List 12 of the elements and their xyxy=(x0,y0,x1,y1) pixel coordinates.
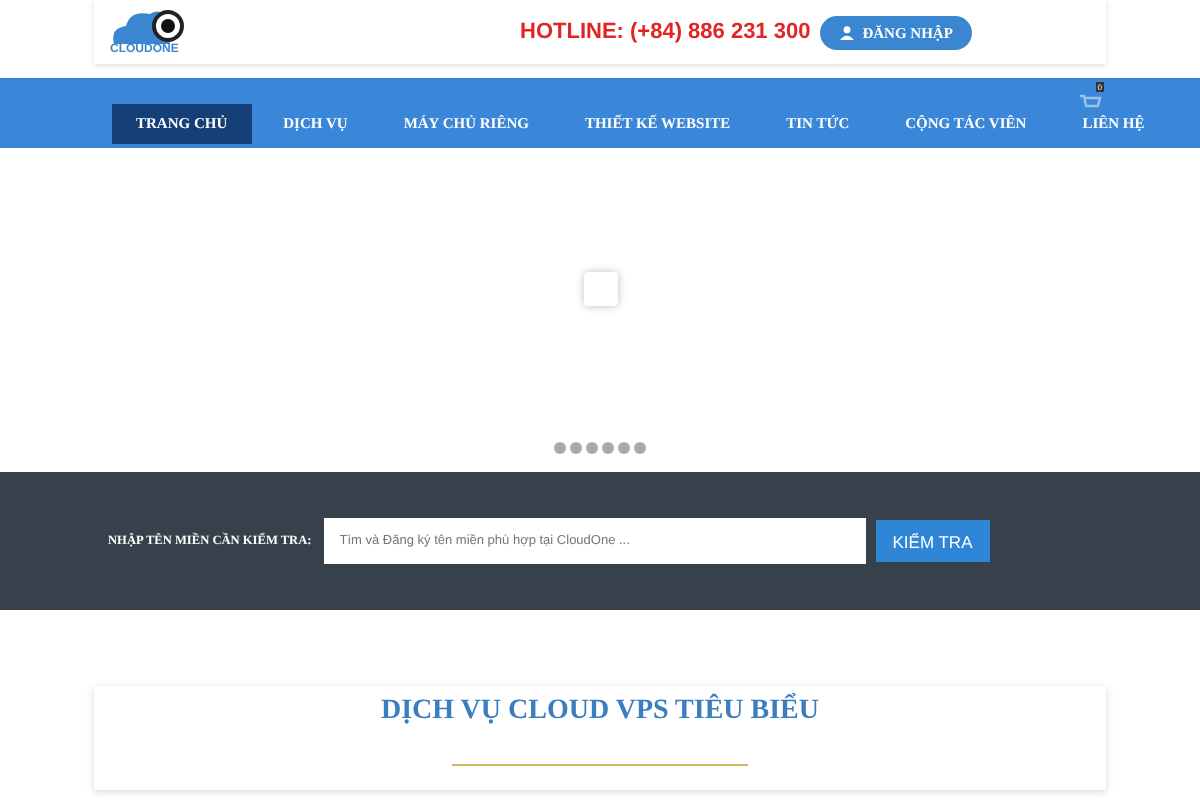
check-button[interactable]: KIỂM TRA xyxy=(875,520,990,562)
user-icon xyxy=(840,25,855,39)
hotline-text: HOTLINE: (+84) 886 231 300 xyxy=(520,20,811,44)
slider-dot[interactable] xyxy=(586,442,598,454)
slider-dot[interactable] xyxy=(602,442,614,454)
section-title: DỊCH VỤ CLOUD VPS TIÊU BIỂU xyxy=(381,696,819,728)
slider-dot[interactable] xyxy=(618,442,630,454)
slider-dot[interactable] xyxy=(634,442,646,454)
slider-dot[interactable] xyxy=(570,442,582,454)
slider-dot[interactable] xyxy=(554,442,566,454)
cart-icon[interactable] xyxy=(1080,94,1102,110)
cloud-logo-icon xyxy=(110,7,186,43)
